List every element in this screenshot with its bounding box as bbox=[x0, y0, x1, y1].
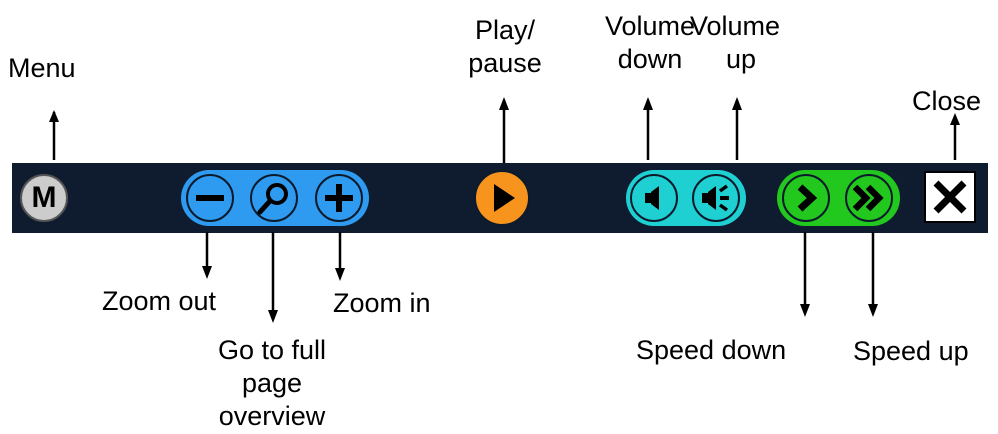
arrowhead-close bbox=[950, 113, 960, 125]
arrowhead-speed-up bbox=[868, 304, 878, 317]
callout-arrows bbox=[49, 97, 960, 323]
arrowhead-zoom-in bbox=[335, 268, 345, 281]
arrowhead-speed-down bbox=[800, 304, 810, 317]
arrowhead-full-page bbox=[268, 310, 278, 323]
arrowhead-menu bbox=[49, 110, 59, 122]
arrowhead-zoom-out bbox=[202, 266, 212, 279]
arrowhead-volume-up bbox=[732, 97, 742, 110]
arrowhead-play-pause bbox=[499, 97, 509, 110]
arrowhead-volume-down bbox=[643, 97, 653, 110]
